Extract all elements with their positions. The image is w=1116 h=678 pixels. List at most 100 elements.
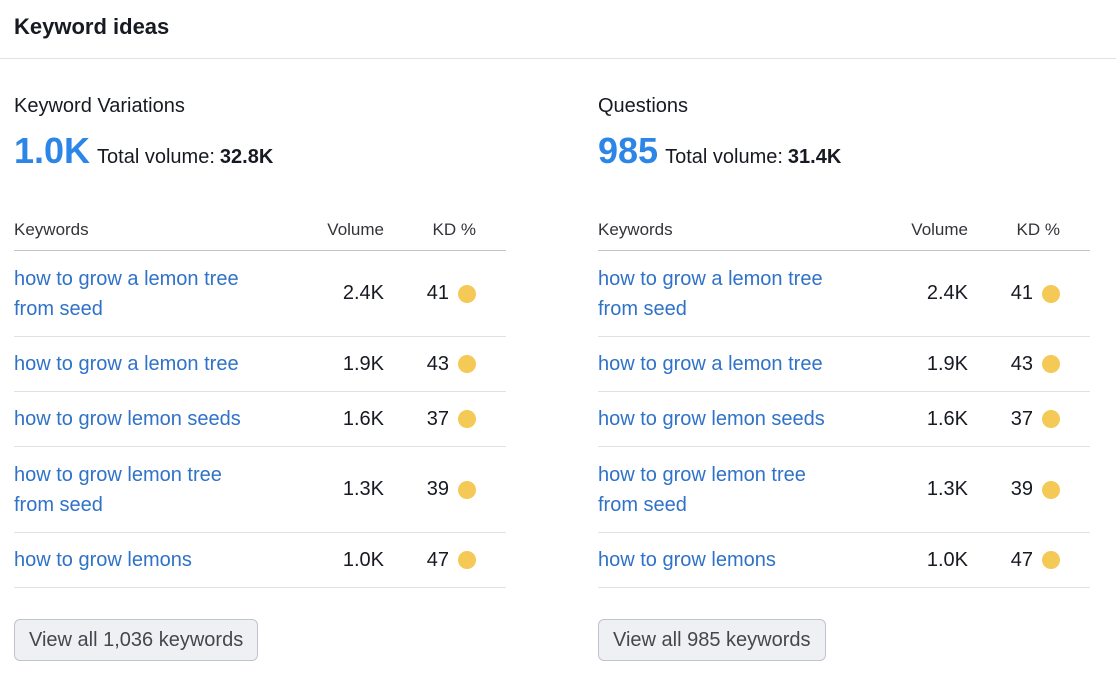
volume-value: 1.3K xyxy=(342,478,384,500)
volume-value: 1.0K xyxy=(926,548,968,571)
total-volume-label: Total volume: xyxy=(665,146,783,168)
kd-value: 39 xyxy=(426,478,449,500)
keyword-line-1: how to grow a lemon tree xyxy=(14,353,239,375)
table-body: how to grow a lemon tree from seed 2.4K … xyxy=(598,251,1090,588)
kd-indicator-dot-icon xyxy=(1042,355,1060,373)
volume-value: 2.4K xyxy=(926,282,968,304)
volume-value: 1.9K xyxy=(926,352,968,375)
keyword-line-1: how to grow lemon tree xyxy=(14,463,222,486)
keyword-line-1: how to grow lemon seeds xyxy=(14,408,241,430)
kd-cell: 47 xyxy=(384,549,476,572)
volume-value: 1.9K xyxy=(342,352,384,375)
panel-title: Keyword ideas xyxy=(14,14,170,39)
total-volume-label: Total volume: xyxy=(97,146,215,168)
volume-column-header: Volume xyxy=(327,219,384,239)
keyword-link[interactable]: how to grow lemon tree from seed xyxy=(14,460,296,520)
keyword-line-1: how to grow lemons xyxy=(14,549,192,571)
keyword-link[interactable]: how to grow a lemon tree xyxy=(598,349,880,379)
kd-column-header: KD % xyxy=(1016,219,1060,239)
table-row: how to grow a lemon tree from seed 2.4K … xyxy=(598,251,1090,337)
kd-value: 37 xyxy=(426,407,449,430)
volume-value: 2.4K xyxy=(342,282,384,304)
keyword-link[interactable]: how to grow a lemon tree xyxy=(14,349,296,379)
kd-cell: 47 xyxy=(968,549,1060,572)
keyword-line-2: from seed xyxy=(598,297,687,320)
keyword-line-2: from seed xyxy=(598,493,687,516)
keyword-line-1: how to grow lemons xyxy=(598,549,776,571)
keyword-link[interactable]: how to grow a lemon tree from seed xyxy=(14,264,296,324)
keyword-link[interactable]: how to grow lemons xyxy=(598,545,880,575)
table-row: how to grow a lemon tree from seed 2.4K … xyxy=(14,251,506,337)
summary: 1.0K Total volume: 32.8K xyxy=(14,131,273,171)
keywords-table: Keywords Volume KD % how to grow a lemon… xyxy=(14,209,506,588)
kd-cell: 37 xyxy=(968,408,1060,431)
kd-value: 41 xyxy=(1010,282,1033,304)
table-row: how to grow lemons 1.0K 47 xyxy=(598,533,1090,588)
kd-column-header: KD % xyxy=(432,219,476,239)
kd-indicator-dot-icon xyxy=(1042,480,1060,499)
kd-cell: 43 xyxy=(384,353,476,376)
kd-value: 47 xyxy=(1010,548,1033,571)
keyword-line-1: how to grow a lemon tree xyxy=(14,267,239,290)
kd-value: 41 xyxy=(426,282,449,304)
volume-column-header: Volume xyxy=(911,219,968,239)
keyword-line-1: how to grow lemon seeds xyxy=(598,408,825,430)
keyword-line-1: how to grow a lemon tree xyxy=(598,267,823,290)
panel-header: Keyword ideas xyxy=(0,0,1116,59)
kd-indicator-dot-icon xyxy=(1042,410,1060,428)
kd-value: 39 xyxy=(1010,478,1033,500)
keyword-link[interactable]: how to grow a lemon tree from seed xyxy=(598,264,880,324)
view-all-keywords-button[interactable]: View all 1,036 keywords xyxy=(14,619,259,661)
kd-cell: 39 xyxy=(384,478,476,501)
kd-indicator-dot-icon xyxy=(458,355,476,373)
keyword-line-2: from seed xyxy=(14,297,103,320)
table-row: how to grow lemon seeds 1.6K 37 xyxy=(14,392,506,447)
keyword-count: 985 xyxy=(598,130,659,171)
kd-indicator-dot-icon xyxy=(458,480,476,499)
table-row: how to grow a lemon tree 1.9K 43 xyxy=(14,337,506,392)
table-header: Keywords Volume KD % xyxy=(14,209,506,251)
keywords-column-header: Keywords xyxy=(14,219,89,239)
keyword-link[interactable]: how to grow lemon tree from seed xyxy=(598,460,880,520)
kd-value: 47 xyxy=(426,548,449,571)
table-row: how to grow lemon tree from seed 1.3K 39 xyxy=(14,447,506,533)
columns: Keyword Variations 1.0K Total volume: 32… xyxy=(0,59,1116,677)
kd-indicator-dot-icon xyxy=(1042,551,1060,569)
keyword-line-2: from seed xyxy=(14,493,103,516)
keyword-line-1: how to grow a lemon tree xyxy=(598,353,823,375)
volume-value: 1.6K xyxy=(926,407,968,430)
keywords-column-header: Keywords xyxy=(598,219,673,239)
kd-indicator-dot-icon xyxy=(458,410,476,428)
table-row: how to grow lemons 1.0K 47 xyxy=(14,533,506,588)
keywords-table: Keywords Volume KD % how to grow a lemon… xyxy=(598,209,1090,588)
kd-indicator-dot-icon xyxy=(458,551,476,569)
table-row: how to grow lemon tree from seed 1.3K 39 xyxy=(598,447,1090,533)
kd-cell: 41 xyxy=(384,282,476,305)
keyword-count: 1.0K xyxy=(14,130,91,171)
kd-value: 37 xyxy=(1010,407,1033,430)
keyword-ideas-panel: Keyword ideas Keyword Variations 1.0K To… xyxy=(0,0,1116,678)
keyword-link[interactable]: how to grow lemon seeds xyxy=(598,404,880,434)
keyword-line-1: how to grow lemon tree xyxy=(598,463,806,486)
kd-cell: 43 xyxy=(968,353,1060,376)
kd-cell: 39 xyxy=(968,478,1060,501)
kd-cell: 41 xyxy=(968,282,1060,305)
table-row: how to grow lemon seeds 1.6K 37 xyxy=(598,392,1090,447)
kd-value: 43 xyxy=(1010,352,1033,375)
total-volume-value: 31.4K xyxy=(787,146,842,168)
section-title: Questions xyxy=(598,95,689,117)
table-row: how to grow a lemon tree 1.9K 43 xyxy=(598,337,1090,392)
keyword-link[interactable]: how to grow lemon seeds xyxy=(14,404,296,434)
volume-value: 1.0K xyxy=(342,548,384,571)
kd-indicator-dot-icon xyxy=(458,284,476,303)
table-body: how to grow a lemon tree from seed 2.4K … xyxy=(14,251,506,588)
keyword-link[interactable]: how to grow lemons xyxy=(14,545,296,575)
total-volume-value: 32.8K xyxy=(219,146,274,168)
table-header: Keywords Volume KD % xyxy=(598,209,1090,251)
kd-value: 43 xyxy=(426,352,449,375)
kd-indicator-dot-icon xyxy=(1042,284,1060,303)
volume-value: 1.6K xyxy=(342,407,384,430)
volume-value: 1.3K xyxy=(926,478,968,500)
section-title: Keyword Variations xyxy=(14,95,185,117)
view-all-keywords-button[interactable]: View all 985 keywords xyxy=(598,619,826,661)
